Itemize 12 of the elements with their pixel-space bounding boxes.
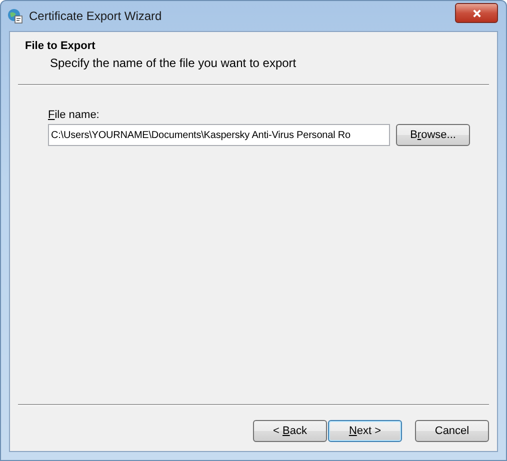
page-description: Specify the name of the file you want to export: [50, 56, 298, 70]
field-label: File name:: [48, 109, 100, 121]
cancel-button[interactable]: Cancel: [415, 420, 489, 442]
next-button[interactable]: Next >: [328, 420, 402, 442]
back-button[interactable]: < Back: [253, 420, 327, 442]
close-button[interactable]: [455, 3, 498, 23]
browse-button[interactable]: Browse...: [396, 124, 470, 146]
file-name-field[interactable]: C:\Users\YOURNAME\Documents\Kaspersky Anti-Virus Personal Ro: [48, 124, 390, 146]
certificate-icon: [7, 8, 23, 24]
page-heading: File to Export: [25, 40, 96, 52]
window-title: Certificate Export Wizard: [29, 9, 163, 23]
close-icon: [472, 8, 482, 18]
